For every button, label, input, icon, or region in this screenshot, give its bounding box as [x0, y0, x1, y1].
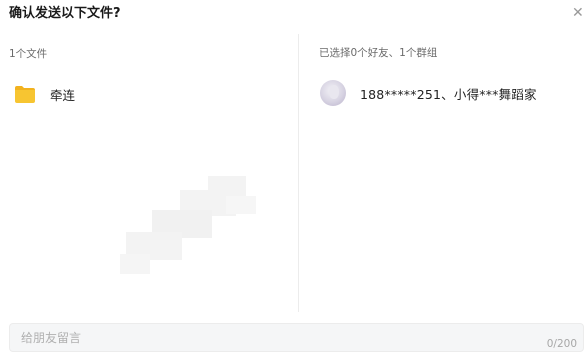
recipient-panel: 已选择0个好友、1个群组 188*****251、小得***舞蹈家 [299, 34, 584, 312]
dialog-title: 确认发送以下文件? [9, 6, 121, 21]
file-name: 牵连 [50, 87, 76, 103]
message-box: 0/200 [9, 323, 584, 352]
message-input[interactable] [21, 324, 521, 351]
char-counter: 0/200 [546, 338, 577, 350]
close-icon[interactable]: ✕ [572, 6, 584, 20]
file-count-label: 1个文件 [9, 48, 48, 60]
recipient-name: 188*****251、小得***舞蹈家 [360, 86, 537, 102]
selected-recipients-label: 已选择0个好友、1个群组 [319, 47, 438, 59]
file-list-panel: 1个文件 牵连 [0, 34, 298, 312]
watermark-mosaic [118, 176, 264, 278]
folder-icon [14, 84, 36, 104]
avatar [320, 80, 346, 106]
file-item[interactable]: 牵连 [14, 82, 75, 106]
recipient-item[interactable]: 188*****251、小得***舞蹈家 [320, 79, 537, 107]
